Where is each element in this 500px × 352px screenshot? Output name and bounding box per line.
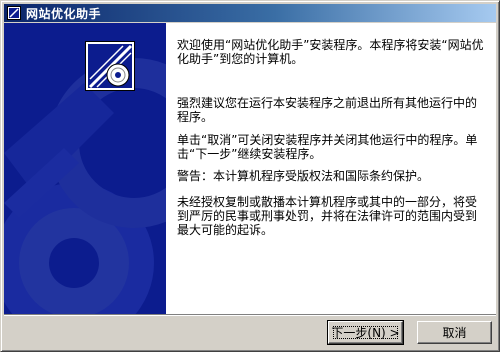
cd-installer-icon [85,41,135,91]
welcome-content: 欢迎使用“网站优化助手”安装程序。本程序将安装“网站优化助手”到您的计算机。 强… [166,23,496,314]
next-button-label: 下一步(N) > [331,326,400,340]
installer-icon [6,5,22,21]
cancel-button[interactable]: 取消 [417,321,492,344]
cancel-button-label: 取消 [442,326,467,340]
installer-window: 网站优化助手 欢迎使用“网站优化助手”安装程序。本程序将安装“网站优化助手”到您… [0,0,500,352]
warning-paragraph: 警告：本计算机程序受版权法和国际条约保护。 [177,169,430,183]
welcome-banner [4,23,166,314]
next-button[interactable]: 下一步(N) > [327,320,404,345]
instructions-paragraph: 单击“取消”可关闭安装程序并关闭其他运行中的程序。单击“下一步”继续安装程序。 [177,133,478,161]
welcome-paragraph: 欢迎使用“网站优化助手”安装程序。本程序将安装“网站优化助手”到您的计算机。 [177,38,484,66]
close-programs-paragraph: 强烈建议您在运行本安装程序之前退出所有其他运行中的程序。 [177,96,478,124]
footer-separator [4,314,496,316]
title-bar[interactable]: 网站优化助手 [4,4,496,22]
window-title: 网站优化助手 [26,6,102,21]
copyright-paragraph: 未经授权复制或散播本计算机程序或其中的一部分，将受到严厉的民事或刑事处罚，并将在… [177,195,478,237]
